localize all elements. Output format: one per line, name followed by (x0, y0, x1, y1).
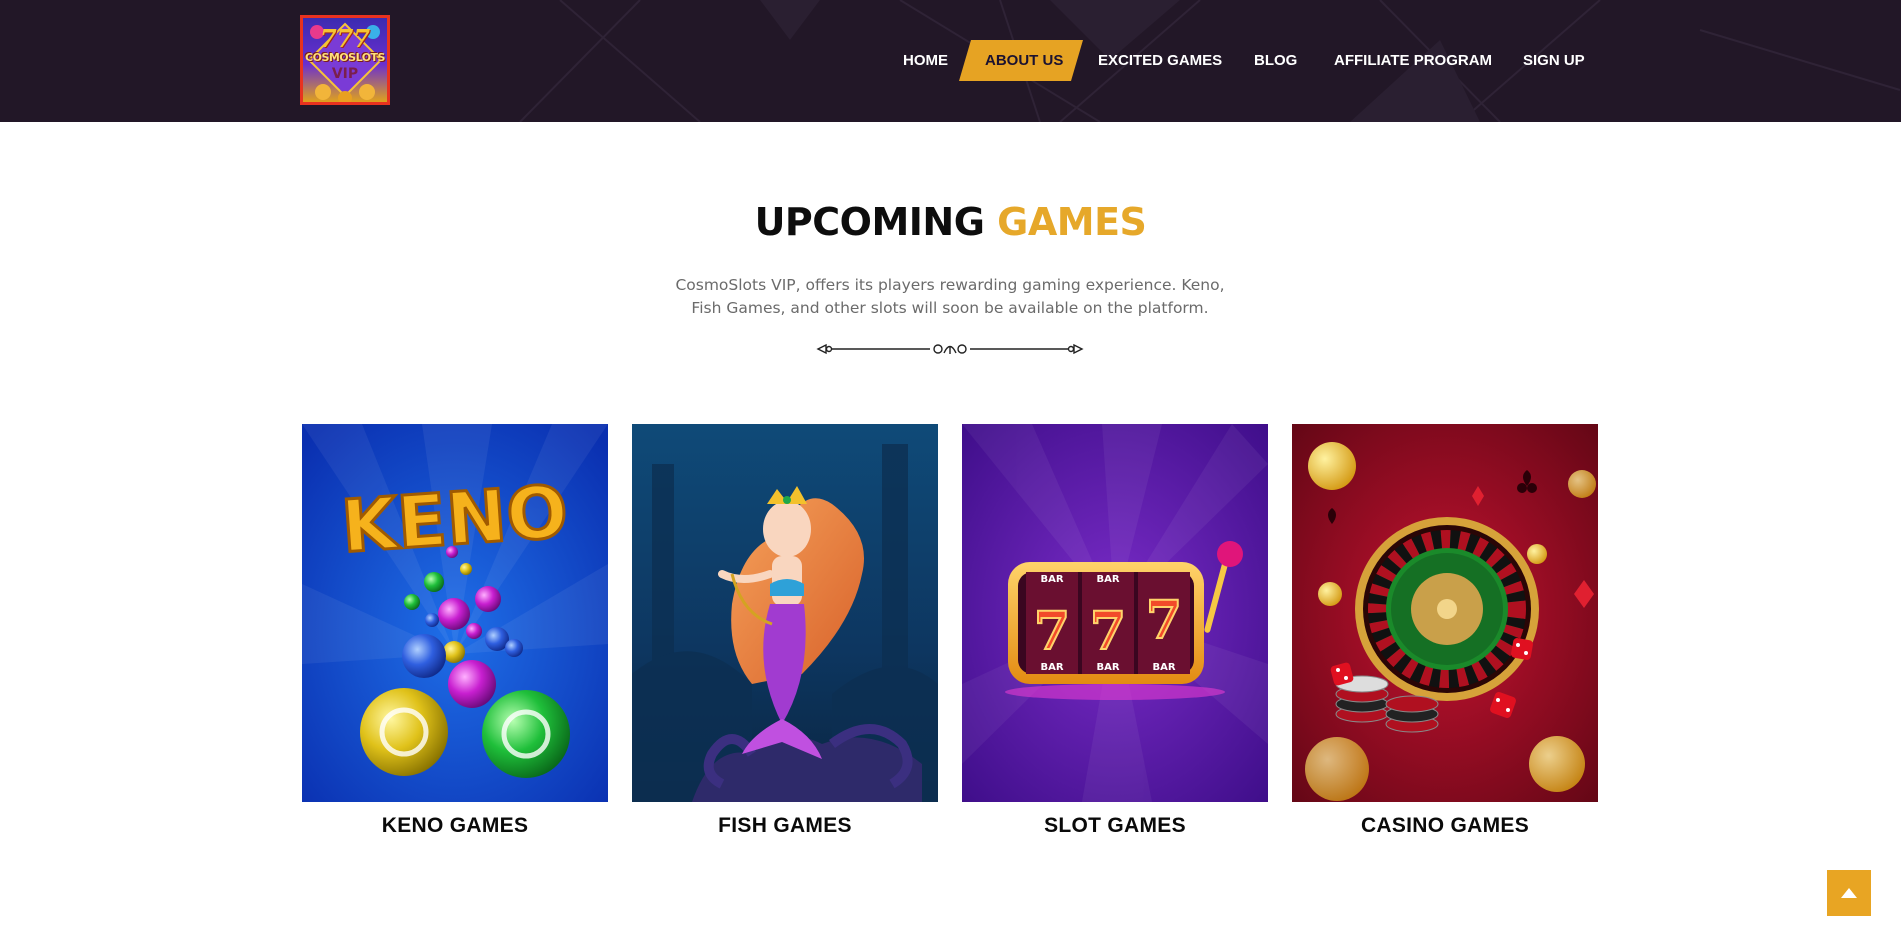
roulette-wheel-image (1292, 424, 1598, 802)
slot-reel-label: BAR (1040, 574, 1063, 585)
casino-games-label[interactable]: CASINO GAMES (1292, 814, 1598, 838)
nav-affiliate-program[interactable]: AFFILIATE PROGRAM (1334, 40, 1492, 81)
scroll-to-top-button[interactable] (1827, 870, 1871, 916)
keno-balls-image: KENO (302, 424, 608, 802)
svg-text:7: 7 (1090, 601, 1126, 662)
section-title-part1: UPCOMING (754, 200, 985, 244)
game-card-keno[interactable]: KENO KENO GAMES (302, 424, 608, 838)
slot-reel-label: BAR (1040, 662, 1063, 673)
svg-text:7: 7 (1034, 601, 1070, 662)
slot-reel-label: BAR (1152, 662, 1175, 673)
section-title-part2: GAMES (997, 200, 1147, 244)
fish-games-label[interactable]: FISH GAMES (632, 814, 938, 838)
main-nav: HOME ABOUT US EXCITED GAMES BLOG AFFILIA… (0, 40, 1901, 81)
svg-text:7: 7 (1146, 590, 1182, 651)
nav-sign-up[interactable]: SIGN UP (1523, 40, 1585, 81)
nav-about-us[interactable]: ABOUT US (985, 40, 1063, 81)
keno-games-label[interactable]: KENO GAMES (302, 814, 608, 838)
mermaid-image (632, 424, 938, 802)
site-header: 777 COSMOSLOTS VIP HOME ABOUT US EXCITED… (0, 0, 1901, 122)
game-card-casino[interactable]: CASINO GAMES (1292, 424, 1598, 838)
game-card-fish[interactable]: FISH GAMES (632, 424, 938, 838)
ornamental-divider (816, 343, 1084, 355)
nav-home[interactable]: HOME (903, 40, 948, 81)
game-card-slot[interactable]: 7 7 7 BAR BAR BAR BAR BAR SLOT GAMES (962, 424, 1268, 838)
slot-reel-label: BAR (1096, 662, 1119, 673)
slot-machine-image: 7 7 7 BAR BAR BAR BAR BAR (962, 424, 1268, 802)
arrow-up-icon (1841, 888, 1857, 898)
section-title: UPCOMING GAMES (0, 200, 1901, 244)
slot-reel-label: BAR (1096, 574, 1119, 585)
nav-blog[interactable]: BLOG (1254, 40, 1297, 81)
slot-games-label[interactable]: SLOT GAMES (962, 814, 1268, 838)
nav-excited-games[interactable]: EXCITED GAMES (1098, 40, 1222, 81)
section-description: CosmoSlots VIP, offers its players rewar… (675, 276, 1225, 317)
